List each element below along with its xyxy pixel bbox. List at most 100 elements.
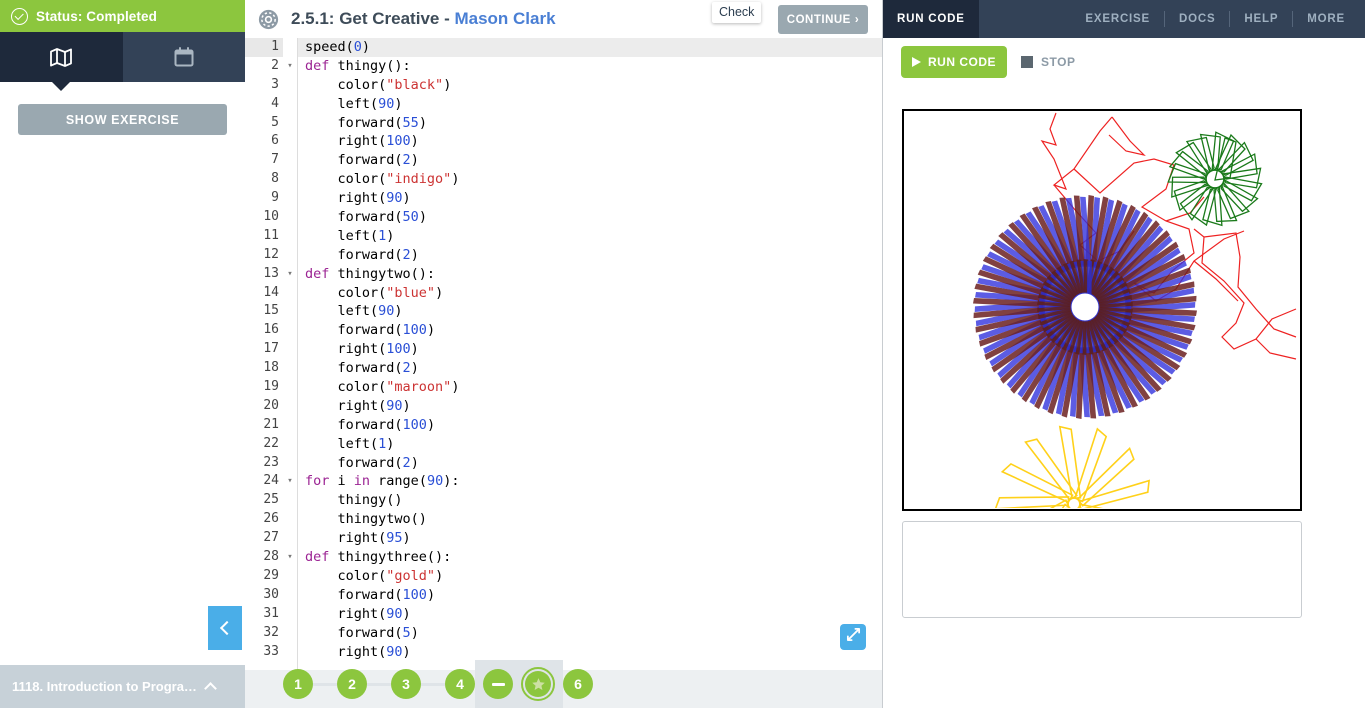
code-line[interactable]: 15 left(90) xyxy=(245,302,882,321)
fold-toggle-icon[interactable]: ▾ xyxy=(283,472,297,491)
pager-step-6[interactable]: 6 xyxy=(563,669,593,699)
code-line[interactable]: 12 forward(2) xyxy=(245,246,882,265)
gear-icon[interactable] xyxy=(245,9,291,30)
fold-toggle-icon[interactable]: ▾ xyxy=(283,265,297,284)
code-text: forward(100) xyxy=(297,321,882,340)
fold-spacer xyxy=(283,359,297,378)
line-number: 20 xyxy=(245,397,283,416)
code-line[interactable]: 23 forward(2) xyxy=(245,454,882,473)
tab-more[interactable]: MORE xyxy=(1293,0,1359,38)
code-line[interactable]: 1speed(0) xyxy=(245,38,882,57)
code-text: thingytwo() xyxy=(297,510,882,529)
code-line[interactable]: 21 forward(100) xyxy=(245,416,882,435)
course-title: 1118. Introduction to Progra… xyxy=(12,679,197,694)
code-line[interactable]: 30 forward(100) xyxy=(245,586,882,605)
right-tab-bar: RUN CODE EXERCISEDOCSHELP MORE xyxy=(883,0,1365,38)
code-line[interactable]: 27 right(95) xyxy=(245,529,882,548)
fold-toggle-icon[interactable]: ▾ xyxy=(283,548,297,567)
code-line[interactable]: 11 left(1) xyxy=(245,227,882,246)
code-line[interactable]: 33 right(90) xyxy=(245,643,882,662)
fold-spacer xyxy=(283,529,297,548)
code-text: forward(5) xyxy=(297,624,882,643)
fold-toggle-icon[interactable]: ▾ xyxy=(283,57,297,76)
program-output-box[interactable] xyxy=(902,521,1302,618)
code-line[interactable]: 22 left(1) xyxy=(245,435,882,454)
code-line[interactable]: 19 color("maroon") xyxy=(245,378,882,397)
continue-button[interactable]: CONTINUE › xyxy=(778,5,868,34)
code-text: color("blue") xyxy=(297,284,882,303)
course-bar[interactable]: 1118. Introduction to Progra… xyxy=(0,665,245,708)
code-line[interactable]: 2▾def thingy(): xyxy=(245,57,882,76)
pager-step-1[interactable]: 1 xyxy=(283,669,313,699)
sidebar-tab-map[interactable] xyxy=(0,32,123,82)
line-number: 13 xyxy=(245,265,283,284)
stop-button[interactable]: STOP xyxy=(1021,55,1075,69)
code-line[interactable]: 8 color("indigo") xyxy=(245,170,882,189)
code-line[interactable]: 31 right(90) xyxy=(245,605,882,624)
fold-spacer xyxy=(283,284,297,303)
code-line[interactable]: 5 forward(55) xyxy=(245,114,882,133)
code-text: def thingytwo(): xyxy=(297,265,882,284)
code-line[interactable]: 17 right(100) xyxy=(245,340,882,359)
code-line[interactable]: 28▾def thingythree(): xyxy=(245,548,882,567)
code-line[interactable]: 18 forward(2) xyxy=(245,359,882,378)
code-line[interactable]: 13▾def thingytwo(): xyxy=(245,265,882,284)
code-line[interactable]: 4 left(90) xyxy=(245,95,882,114)
pager-step-3[interactable]: 3 xyxy=(391,669,421,699)
pager-current-group xyxy=(475,660,563,708)
code-text: forward(100) xyxy=(297,416,882,435)
show-exercise-button[interactable]: SHOW EXERCISE xyxy=(18,104,227,135)
code-line[interactable]: 29 color("gold") xyxy=(245,567,882,586)
sidebar-collapse-button[interactable] xyxy=(208,606,242,650)
line-number: 7 xyxy=(245,151,283,170)
code-line[interactable]: 20 right(90) xyxy=(245,397,882,416)
pager-step-4[interactable]: 4 xyxy=(445,669,475,699)
line-number: 12 xyxy=(245,246,283,265)
code-line[interactable]: 25 thingy() xyxy=(245,491,882,510)
code-line[interactable]: 3 color("black") xyxy=(245,76,882,95)
tab-help[interactable]: HELP xyxy=(1230,0,1292,38)
code-line[interactable]: 16 forward(100) xyxy=(245,321,882,340)
code-line[interactable]: 26 thingytwo() xyxy=(245,510,882,529)
line-number: 33 xyxy=(245,643,283,662)
code-line[interactable]: 24▾for i in range(90): xyxy=(245,472,882,491)
tab-run-code[interactable]: RUN CODE xyxy=(883,0,979,38)
star-icon xyxy=(525,671,551,697)
tab-docs[interactable]: DOCS xyxy=(1165,0,1229,38)
sidebar-tab-calendar[interactable] xyxy=(123,32,246,82)
pager-step-2[interactable]: 2 xyxy=(337,669,367,699)
pager-connector xyxy=(421,683,445,686)
code-line[interactable]: 10 forward(50) xyxy=(245,208,882,227)
line-number: 14 xyxy=(245,284,283,303)
pager-step-minus[interactable] xyxy=(483,669,513,699)
line-number: 24 xyxy=(245,472,283,491)
tab-exercise[interactable]: EXERCISE xyxy=(1071,0,1164,38)
page-title: 2.5.1: Get Creative - Mason Clark xyxy=(291,9,556,29)
tab-end-spacer xyxy=(1359,0,1365,38)
code-line[interactable]: 7 forward(2) xyxy=(245,151,882,170)
code-text: right(100) xyxy=(297,132,882,151)
fold-spacer xyxy=(283,340,297,359)
code-editor[interactable]: 1speed(0)2▾def thingy():3 color("black")… xyxy=(245,38,882,670)
fold-spacer xyxy=(283,586,297,605)
code-text: right(90) xyxy=(297,605,882,624)
code-line[interactable]: 32 forward(5) xyxy=(245,624,882,643)
run-code-button[interactable]: RUN CODE xyxy=(901,46,1007,78)
fold-spacer xyxy=(283,38,297,57)
sidebar-icon-tabs xyxy=(0,32,245,82)
chevron-right-icon: › xyxy=(855,14,859,26)
expand-diagonal-icon xyxy=(846,627,861,647)
code-line[interactable]: 9 right(90) xyxy=(245,189,882,208)
tab-label: MORE xyxy=(1307,13,1345,25)
code-line[interactable]: 6 right(100) xyxy=(245,132,882,151)
gold-star xyxy=(994,424,1154,508)
run-code-label: RUN CODE xyxy=(928,55,996,69)
code-line[interactable]: 14 color("blue") xyxy=(245,284,882,303)
fold-spacer xyxy=(283,321,297,340)
pager-step-current[interactable] xyxy=(521,667,555,701)
fold-spacer xyxy=(283,416,297,435)
editor-expand-button[interactable] xyxy=(840,624,866,650)
turtle-drawing xyxy=(904,111,1299,508)
code-text: forward(2) xyxy=(297,151,882,170)
check-tooltip: Check xyxy=(712,2,761,23)
